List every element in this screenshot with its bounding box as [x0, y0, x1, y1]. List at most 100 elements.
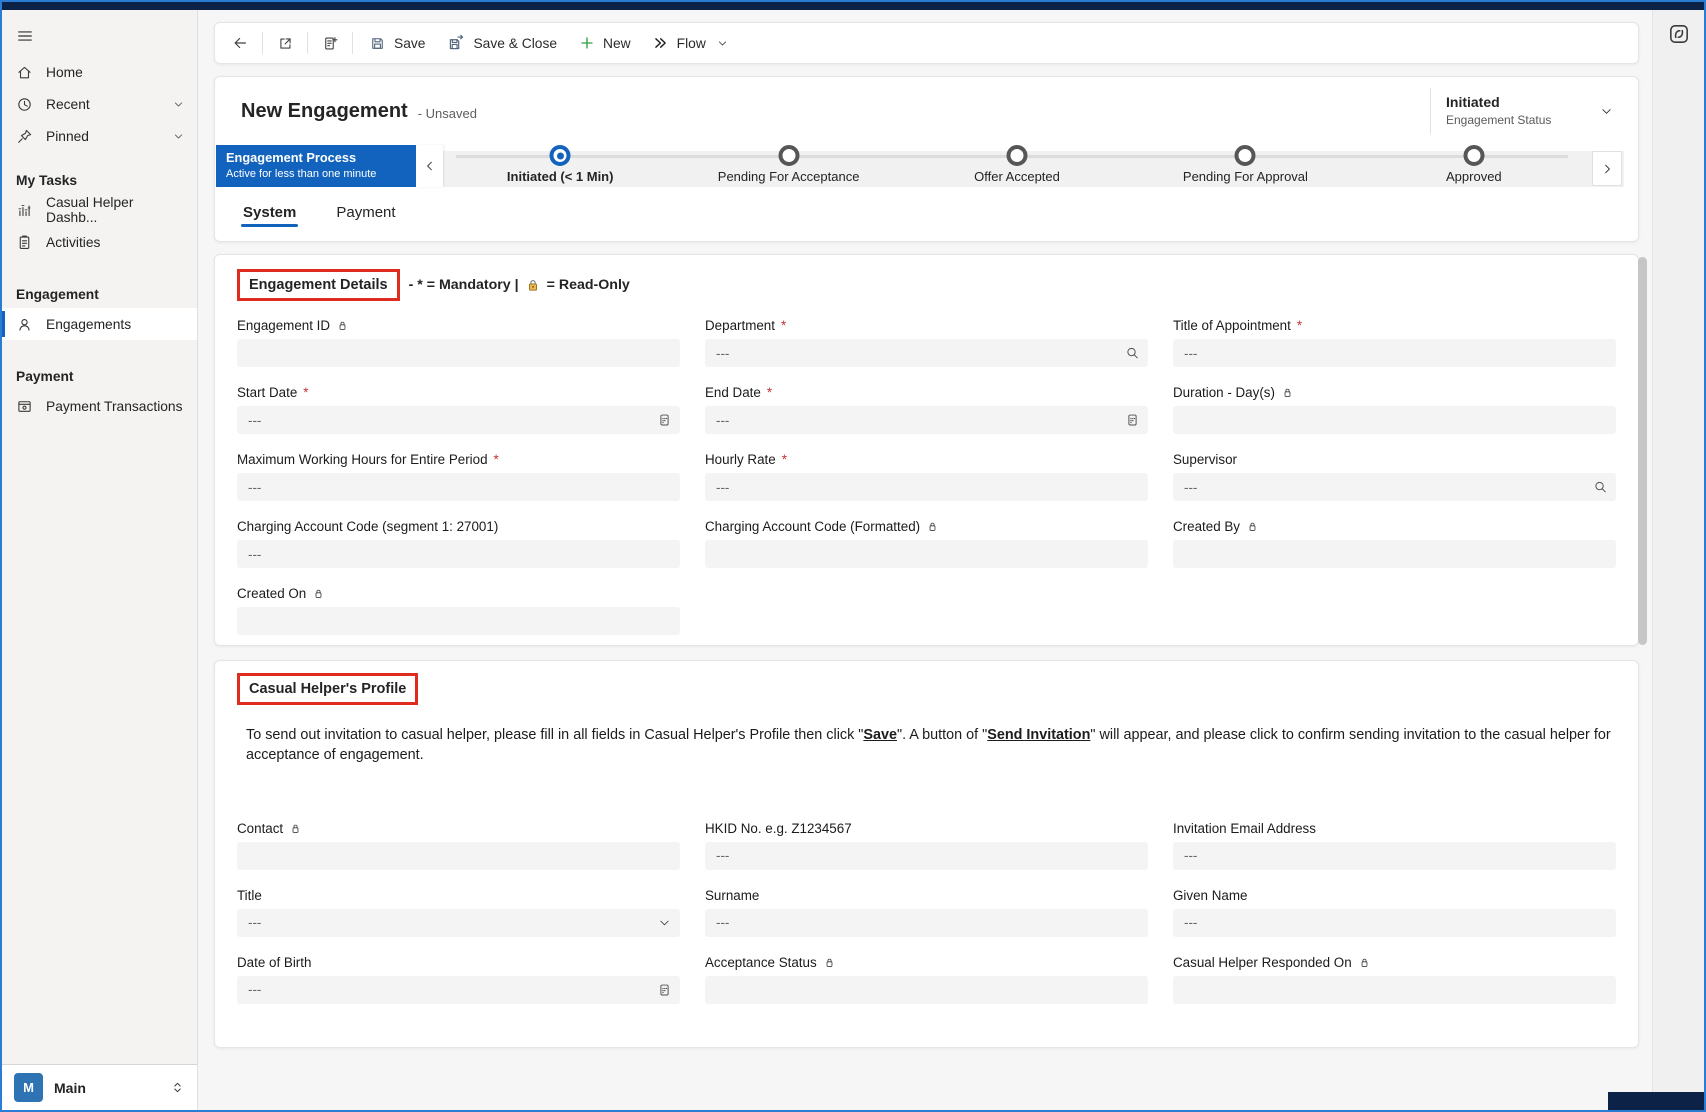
engagements-icon: [16, 316, 33, 333]
section-engagement-details: Engagement Details - * = Mandatory | = R…: [214, 254, 1639, 646]
dashboard-icon: [16, 202, 33, 219]
form-tabs: System Payment: [215, 189, 1638, 233]
field-start-date: Start Date * ---: [237, 384, 680, 434]
stage-circle-pending: [1235, 145, 1256, 166]
input-hkid-no-e-g-z1234567[interactable]: ---: [705, 842, 1148, 870]
bottom-status-strip: [1608, 1092, 1704, 1110]
back-button[interactable]: [223, 28, 257, 58]
section-header: Engagement Details - * = Mandatory | = R…: [237, 269, 1616, 301]
read-only-lock-icon: [312, 587, 325, 600]
tab-payment[interactable]: Payment: [334, 204, 397, 233]
status-label: Engagement Status: [1446, 112, 1551, 128]
vertical-scrollbar[interactable]: [1638, 257, 1647, 645]
process-next-button[interactable]: [1592, 151, 1622, 186]
process-stage-pending-for-acceptance[interactable]: Pending For Acceptance: [674, 133, 902, 189]
sidebar-item-activities[interactable]: Activities: [2, 226, 197, 258]
form-switch-button[interactable]: [313, 28, 347, 58]
dropdown-chevron-icon[interactable]: [657, 915, 672, 930]
stage-circle-pending: [778, 145, 799, 166]
field-date-of-birth: Date of Birth---: [237, 954, 680, 1004]
input-placeholder: ---: [716, 413, 729, 428]
field-given-name: Given Name ---: [1173, 887, 1616, 937]
field-label-text: Start Date: [237, 385, 297, 400]
required-asterisk: *: [303, 385, 308, 400]
field-department: Department*---: [705, 317, 1148, 367]
input-given-name[interactable]: ---: [1173, 909, 1616, 937]
save-and-close-button[interactable]: Save & Close: [436, 28, 568, 58]
sidebar-item-recent[interactable]: Recent: [2, 88, 197, 120]
field-contact: Contact: [237, 820, 680, 870]
invitation-instructions: To send out invitation to casual helper,…: [246, 725, 1616, 766]
input-surname[interactable]: ---: [705, 909, 1148, 937]
input-casual-helper-responded-on: [1173, 976, 1616, 1004]
input-maximum-working-hours-for-entire-period[interactable]: ---: [237, 473, 680, 501]
stage-circle-pending: [1463, 145, 1484, 166]
process-stage-initiated-1-min[interactable]: Initiated (< 1 Min): [446, 133, 674, 189]
area-switcher-chevron-icon: [170, 1080, 185, 1095]
input-hourly-rate[interactable]: ---: [705, 473, 1148, 501]
divider: [352, 32, 353, 54]
sidebar-item-pinned[interactable]: Pinned: [2, 120, 197, 152]
process-stage-offer-accepted[interactable]: Offer Accepted: [903, 133, 1131, 189]
stage-label: Offer Accepted: [903, 169, 1131, 184]
search-icon[interactable]: [1593, 480, 1608, 495]
save-button[interactable]: Save: [358, 28, 436, 58]
copilot-button[interactable]: [1662, 18, 1696, 50]
new-label: New: [603, 36, 631, 51]
input-charging-account-code-segment-1-27001[interactable]: ---: [237, 540, 680, 568]
input-placeholder: ---: [716, 848, 729, 863]
window-top-bar: [2, 2, 1704, 10]
sidebar-item-engagements[interactable]: Engagements: [2, 308, 197, 340]
main-content: Save Save & Close New Flow New Engagemen…: [198, 10, 1652, 1110]
process-prev-button[interactable]: [417, 145, 443, 187]
search-icon[interactable]: [1125, 346, 1140, 361]
note-text: To send out invitation to casual helper,…: [246, 727, 863, 743]
required-asterisk: *: [494, 452, 499, 467]
payment-icon: [16, 398, 33, 415]
process-stage-approved[interactable]: Approved: [1360, 133, 1588, 189]
calendar-icon[interactable]: [657, 413, 672, 428]
input-department[interactable]: ---: [705, 339, 1148, 367]
sidebar-item-payment-transactions[interactable]: Payment Transactions: [2, 390, 197, 422]
calendar-icon[interactable]: [657, 982, 672, 997]
calendar-icon[interactable]: [1125, 413, 1140, 428]
input-end-date[interactable]: ---: [705, 406, 1148, 434]
sidebar-item-home[interactable]: Home: [2, 56, 197, 88]
hamburger-menu-button[interactable]: [8, 22, 42, 50]
sidebar-item-casual-helper-dashb[interactable]: Casual Helper Dashb...: [2, 194, 197, 226]
sidebar-item-label: Home: [46, 65, 83, 80]
sidebar: HomeRecentPinned My TasksCasual Helper D…: [2, 10, 198, 1110]
field-label: Created On: [237, 585, 680, 602]
annotation-box-casual-helpers-profile: Casual Helper's Profile: [237, 673, 418, 705]
field-label-text: Title: [237, 888, 262, 903]
field-label: Engagement ID: [237, 317, 680, 334]
input-invitation-email-address[interactable]: ---: [1173, 842, 1616, 870]
field-label-text: Acceptance Status: [705, 955, 817, 970]
field-label: Duration - Day(s): [1173, 384, 1616, 401]
annotation-box-engagement-details: Engagement Details: [237, 269, 400, 301]
back-arrow-icon: [231, 34, 249, 52]
field-label-text: Created By: [1173, 519, 1240, 534]
popout-button[interactable]: [268, 28, 302, 58]
process-stage-pending-for-approval[interactable]: Pending For Approval: [1131, 133, 1359, 189]
input-start-date[interactable]: ---: [237, 406, 680, 434]
read-only-lock-icon: [289, 822, 302, 835]
field-label-text: Created On: [237, 586, 306, 601]
divider: [262, 32, 263, 54]
input-title[interactable]: ---: [237, 909, 680, 937]
input-placeholder: ---: [248, 915, 261, 930]
new-button[interactable]: New: [568, 28, 642, 58]
field-label: Given Name: [1173, 887, 1616, 904]
legend-mandatory: - * = Mandatory |: [409, 277, 519, 293]
area-switcher[interactable]: M Main: [2, 1064, 197, 1110]
tab-system[interactable]: System: [241, 204, 298, 233]
new-plus-icon: [579, 35, 595, 51]
status-field-engagement-status[interactable]: Initiated Engagement Status: [1430, 88, 1614, 134]
input-date-of-birth[interactable]: ---: [237, 976, 680, 1004]
input-title-of-appointment[interactable]: ---: [1173, 339, 1616, 367]
field-label-text: Supervisor: [1173, 452, 1237, 467]
input-supervisor[interactable]: ---: [1173, 473, 1616, 501]
flow-button[interactable]: Flow: [642, 28, 740, 58]
field-title-of-appointment: Title of Appointment*---: [1173, 317, 1616, 367]
stage-circle-pending: [1007, 145, 1028, 166]
